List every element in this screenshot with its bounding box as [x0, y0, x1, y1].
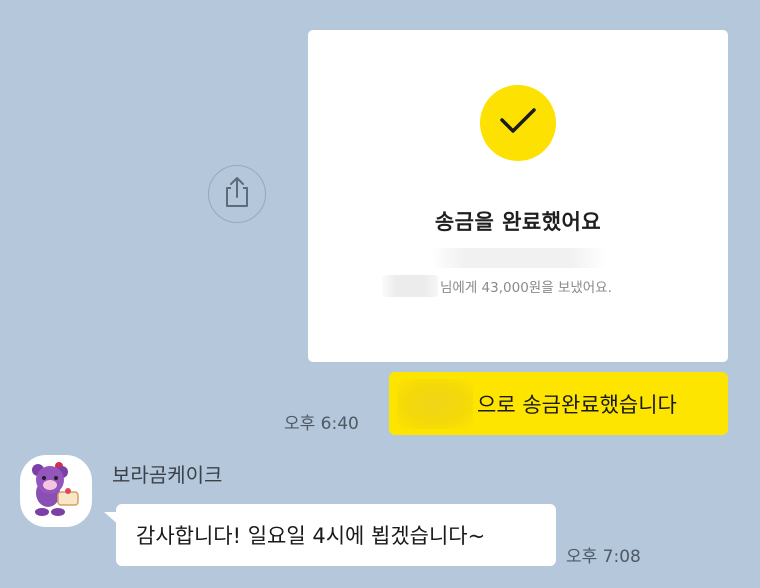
- avatar[interactable]: [20, 455, 92, 527]
- sent-message-bubble[interactable]: 으로 송금완료했습니다: [389, 372, 728, 435]
- share-icon: [221, 175, 253, 213]
- transfer-subtitle-row: 님에게 43,000원을 보냈어요.: [382, 274, 612, 298]
- check-badge: [480, 85, 556, 161]
- transfer-subtitle: 님에게 43,000원을 보냈어요.: [440, 280, 612, 296]
- share-button[interactable]: [208, 165, 266, 223]
- received-timestamp: 오후 7:08: [566, 547, 641, 567]
- sent-message-text: 으로 송금완료했습니다: [477, 392, 677, 417]
- received-message-text: 감사합니다! 일요일 4시에 뵙겠습니다~: [136, 524, 486, 548]
- received-message-bubble[interactable]: 감사합니다! 일요일 4시에 뵙겠습니다~: [116, 504, 556, 566]
- transfer-complete-card[interactable]: 송금을 완료했어요 님에게 43,000원을 보냈어요.: [308, 30, 728, 362]
- checkmark-icon: [498, 106, 538, 140]
- blurred-recipient-name: [397, 378, 473, 429]
- blurred-recipient-name: [382, 275, 438, 297]
- blurred-info: [430, 248, 606, 268]
- transfer-title: 송금을 완료했어요: [434, 210, 602, 234]
- purple-bear-avatar-icon: [28, 460, 84, 522]
- sender-name: 보라곰케이크: [112, 463, 223, 487]
- sent-timestamp: 오후 6:40: [284, 414, 359, 434]
